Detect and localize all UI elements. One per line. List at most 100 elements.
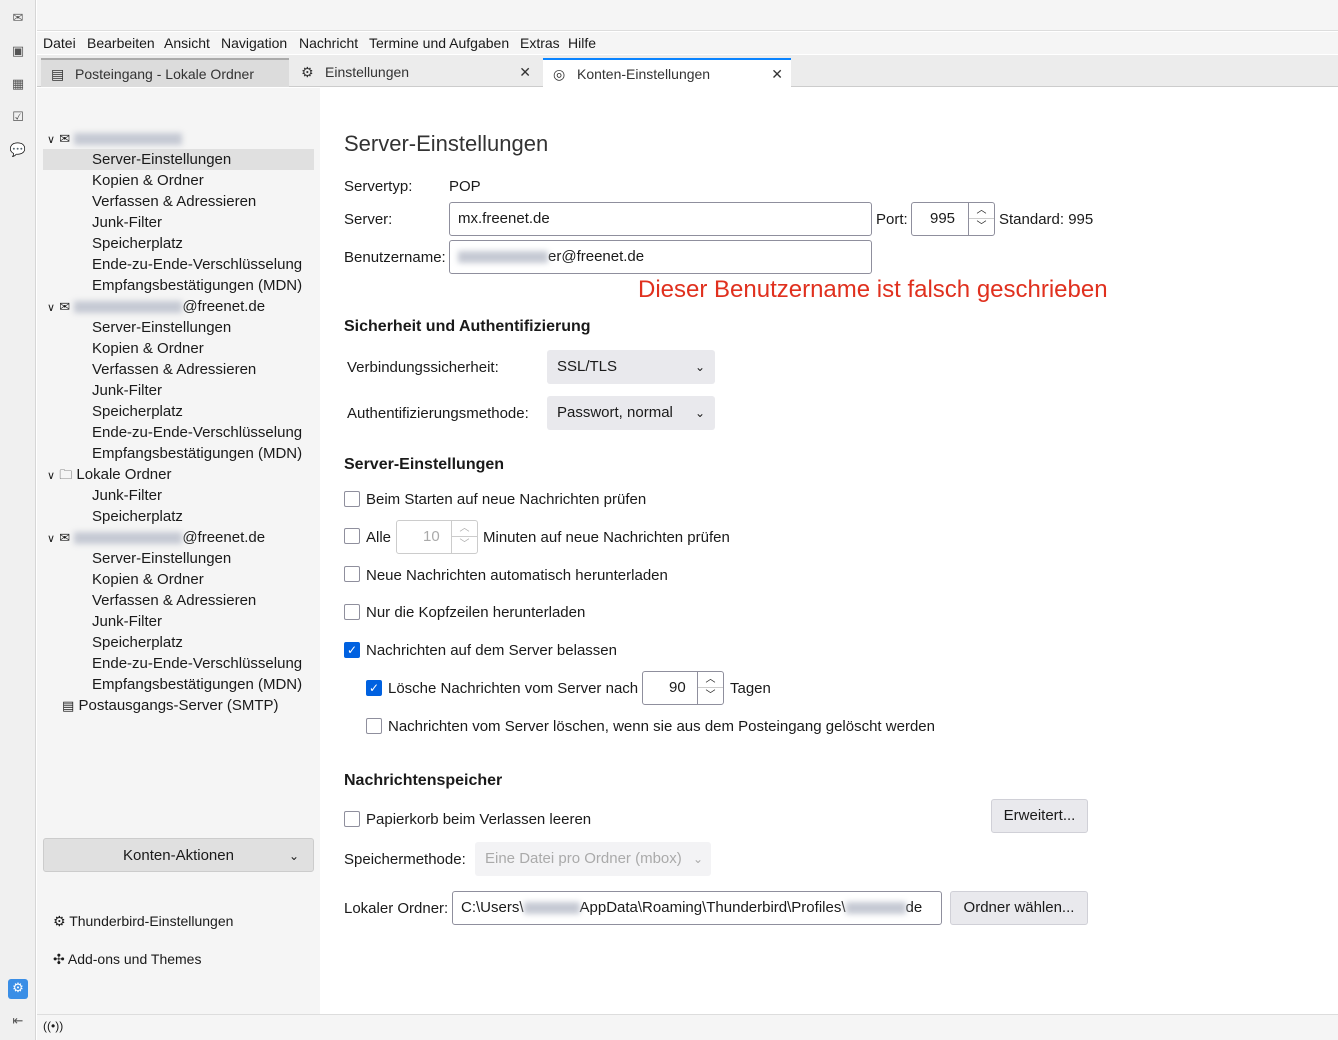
account-subitem[interactable]: Speicherplatz	[43, 506, 314, 527]
menu-navigation[interactable]: Navigation	[221, 35, 287, 51]
delete-from-server-checkbox[interactable]	[366, 718, 382, 734]
account-subitem[interactable]: Server-Einstellungen	[43, 149, 314, 170]
menu-extras[interactable]: Extras	[520, 35, 560, 51]
opt7-label: Nachrichten vom Server löschen, wenn sie…	[388, 718, 935, 735]
calendar-icon[interactable]: ▦	[9, 75, 27, 93]
account-mail-icon: ✉	[59, 299, 71, 314]
storage-method-select[interactable]: Eine Datei pro Ordner (mbox) ⌄	[475, 842, 711, 876]
close-icon[interactable]: ✕	[519, 58, 531, 86]
close-icon[interactable]: ✕	[771, 60, 783, 88]
spaces-toolbar: ✉ ▣ ▦ ☑ 💬 ⚙ ⇤	[0, 0, 36, 1040]
konten-aktionen-button[interactable]: Konten-Aktionen ⌄	[43, 838, 314, 872]
menu-ansicht[interactable]: Ansicht	[164, 35, 210, 51]
account-node[interactable]: ∨ ✉	[47, 128, 183, 149]
tab-posteingang[interactable]: ▤ Posteingang - Lokale Ordner	[41, 58, 289, 87]
account-node[interactable]: ∨ 🗀 Lokale Ordner	[47, 464, 171, 485]
check-on-startup-checkbox[interactable]	[344, 491, 360, 507]
chevron-down-icon[interactable]: ∨	[47, 533, 55, 545]
chevron-down-icon: ⌄	[694, 360, 705, 374]
minutes-input[interactable]: 10 ︿ ﹀	[396, 520, 478, 554]
account-node[interactable]: ∨ ✉ @freenet.de	[47, 527, 265, 548]
account-subitem[interactable]: Empfangsbestätigungen (MDN)	[43, 275, 314, 296]
chevron-down-icon: ⌄	[694, 406, 705, 420]
chevron-down-icon[interactable]: ∨	[47, 134, 55, 146]
gear-icon: ⚙	[53, 913, 70, 929]
servertype-label: Servertyp:	[344, 178, 413, 195]
account-subitem[interactable]: Empfangsbestätigungen (MDN)	[43, 674, 314, 695]
account-subitem[interactable]: Junk-Filter	[43, 485, 314, 506]
headers-only-checkbox[interactable]	[344, 604, 360, 620]
minutes-stepper[interactable]: ︿ ﹀	[451, 521, 477, 553]
address-book-icon[interactable]: ▣	[9, 42, 27, 60]
port-input[interactable]: 995 ︿ ﹀	[911, 202, 995, 236]
account-subitem[interactable]: Server-Einstellungen	[43, 317, 314, 338]
chevron-down-icon[interactable]: ∨	[47, 302, 55, 314]
advanced-button[interactable]: Erweitert...	[991, 799, 1088, 833]
account-subitem[interactable]: Kopien & Ordner	[43, 338, 314, 359]
servertype-value: POP	[449, 178, 481, 195]
account-subitem[interactable]: Junk-Filter	[43, 611, 314, 632]
online-status-icon[interactable]: ((•))	[43, 1019, 63, 1033]
account-subitem[interactable]: Verfassen & Adressieren	[43, 359, 314, 380]
account-subitem[interactable]: Ende-zu-Ende-Verschlüsselung	[43, 422, 314, 443]
conn-security-select[interactable]: SSL/TLS ⌄	[547, 350, 715, 384]
collapse-icon[interactable]: ⇤	[9, 1012, 27, 1030]
account-subitem[interactable]: Junk-Filter	[43, 212, 314, 233]
account-subitem[interactable]: Ende-zu-Ende-Verschlüsselung	[43, 254, 314, 275]
days-stepper[interactable]: ︿ ﹀	[697, 672, 723, 704]
account-subitem[interactable]: Verfassen & Adressieren	[43, 590, 314, 611]
auto-download-checkbox[interactable]	[344, 566, 360, 582]
username-input[interactable]: er@freenet.de	[449, 240, 872, 274]
account-subitem[interactable]: Speicherplatz	[43, 632, 314, 653]
tab-einstellungen[interactable]: ⚙ Einstellungen ✕	[291, 58, 539, 87]
account-subitem[interactable]: Ende-zu-Ende-Verschlüsselung	[43, 653, 314, 674]
account-subitem[interactable]: Kopien & Ordner	[43, 170, 314, 191]
menu-bar: Datei Bearbeiten Ansicht Navigation Nach…	[37, 32, 1338, 54]
local-folder-input[interactable]: C:\Users\ AppData\Roaming\Thunderbird\Pro…	[452, 891, 942, 925]
redacted	[74, 532, 183, 545]
account-subitem[interactable]: Kopien & Ordner	[43, 569, 314, 590]
addons-link[interactable]: ✣ Add-ons und Themes	[53, 949, 201, 970]
menu-termine[interactable]: Termine und Aufgaben	[369, 35, 509, 51]
chevron-down-icon[interactable]: ∨	[47, 470, 55, 482]
menu-hilfe[interactable]: Hilfe	[568, 35, 596, 51]
page-title: Server-Einstellungen	[344, 131, 549, 156]
auth-method-select[interactable]: Passwort, normal ⌄	[547, 396, 715, 430]
opt2b-label: Minuten auf neue Nachrichten prüfen	[483, 529, 730, 546]
account-subitem[interactable]: Server-Einstellungen	[43, 548, 314, 569]
empty-trash-checkbox[interactable]	[344, 811, 360, 827]
username-label: Benutzername:	[344, 249, 446, 266]
settings-icon[interactable]: ⚙	[8, 979, 28, 999]
account-subitem[interactable]: Speicherplatz	[43, 401, 314, 422]
opt4-label: Nur die Kopfzeilen herunterladen	[366, 604, 586, 621]
port-stepper[interactable]: ︿ ﹀	[968, 203, 994, 235]
account-node[interactable]: ∨ ✉ @freenet.de	[47, 296, 265, 317]
check-every-checkbox[interactable]	[344, 528, 360, 544]
account-mail-icon: ✉	[59, 530, 71, 545]
thunderbird-settings-link[interactable]: ⚙ Thunderbird-Einstellungen	[53, 911, 233, 932]
account-subitem[interactable]: Speicherplatz	[43, 233, 314, 254]
mail-icon[interactable]: ✉	[9, 9, 27, 27]
security-heading: Sicherheit und Authentifizierung	[344, 318, 591, 335]
account-subitem[interactable]: Empfangsbestätigungen (MDN)	[43, 443, 314, 464]
account-subitem[interactable]: Verfassen & Adressieren	[43, 191, 314, 212]
menu-bearbeiten[interactable]: Bearbeiten	[87, 35, 155, 51]
account-mail-icon: ✉	[59, 131, 71, 146]
tasks-icon[interactable]: ☑	[9, 108, 27, 126]
chevron-down-icon: ⌄	[692, 852, 703, 866]
puzzle-icon: ✣	[53, 951, 68, 967]
delete-after-checkbox[interactable]: ✓	[366, 680, 382, 696]
account-subitem[interactable]: Junk-Filter	[43, 380, 314, 401]
menu-datei[interactable]: Datei	[43, 35, 76, 51]
server-label: Server:	[344, 211, 393, 228]
choose-folder-button[interactable]: Ordner wählen...	[950, 891, 1088, 925]
leave-on-server-checkbox[interactable]: ✓	[344, 642, 360, 658]
days-input[interactable]: 90 ︿ ﹀	[642, 671, 724, 705]
server-input[interactable]: mx.freenet.de	[449, 202, 872, 236]
chat-icon[interactable]: 💬	[9, 141, 27, 159]
account-icon: ◎	[553, 66, 566, 82]
opt6b-label: Tagen	[730, 680, 771, 697]
smtp-node[interactable]: ▤ Postausgangs-Server (SMTP)	[62, 695, 279, 716]
menu-nachricht[interactable]: Nachricht	[299, 35, 358, 51]
tab-konten-einstellungen[interactable]: ◎ Konten-Einstellungen ✕	[543, 58, 791, 88]
